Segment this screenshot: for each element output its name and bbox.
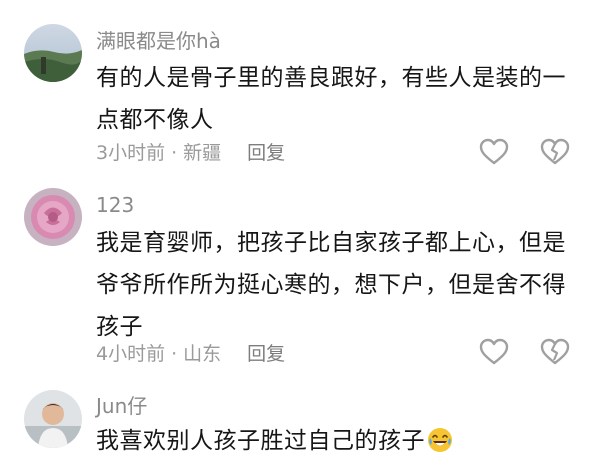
reply-button[interactable]: 回复 (247, 142, 285, 164)
reply-button[interactable]: 回复 (247, 343, 285, 365)
dislike-icon[interactable] (540, 338, 570, 366)
comment-time: 4小时前 (96, 343, 166, 365)
like-icon[interactable] (479, 338, 509, 366)
comment-item: 满眼都是你hà 有的人是骨子里的善良跟好，有些人是装的一点都不像人 3小时前 · 新… (0, 0, 600, 178)
comment-text: 有的人是骨子里的善良跟好，有些人是装的一点都不像人 (96, 65, 566, 133)
username[interactable]: Jun仔 (96, 394, 147, 418)
like-icon[interactable] (479, 138, 509, 166)
comment-time: 3小时前 (96, 142, 166, 164)
crying-laughing-emoji (427, 425, 453, 467)
user-avatar[interactable] (24, 24, 82, 82)
user-avatar[interactable] (24, 188, 82, 246)
comment-meta: 4小时前 · 山东 回复 (96, 342, 285, 366)
comment-item: 123 我是育婴师，把孩子比自家孩子都上心，但是爷爷所作所为挺心寒的，想下户，但… (0, 178, 600, 378)
comment-location: 新疆 (183, 142, 222, 164)
comment-location: 山东 (183, 343, 222, 365)
comment-text: 我是育婴师，把孩子比自家孩子都上心，但是爷爷所作所为挺心寒的，想下户，但是舍不得… (96, 230, 566, 340)
comment-text: 我喜欢别人孩子胜过自己的孩子 (96, 420, 576, 467)
meta-separator: · (171, 142, 178, 164)
dislike-icon[interactable] (540, 138, 570, 166)
username[interactable]: 123 (96, 193, 134, 217)
comment-meta: 3小时前 · 新疆 回复 (96, 141, 285, 165)
comment-item: Jun仔 我喜欢别人孩子胜过自己的孩子 (0, 378, 600, 468)
username[interactable]: 满眼都是你hà (96, 29, 221, 53)
meta-separator: · (171, 343, 178, 365)
comment-text-content: 我喜欢别人孩子胜过自己的孩子 (96, 428, 425, 454)
user-avatar[interactable] (24, 390, 82, 448)
